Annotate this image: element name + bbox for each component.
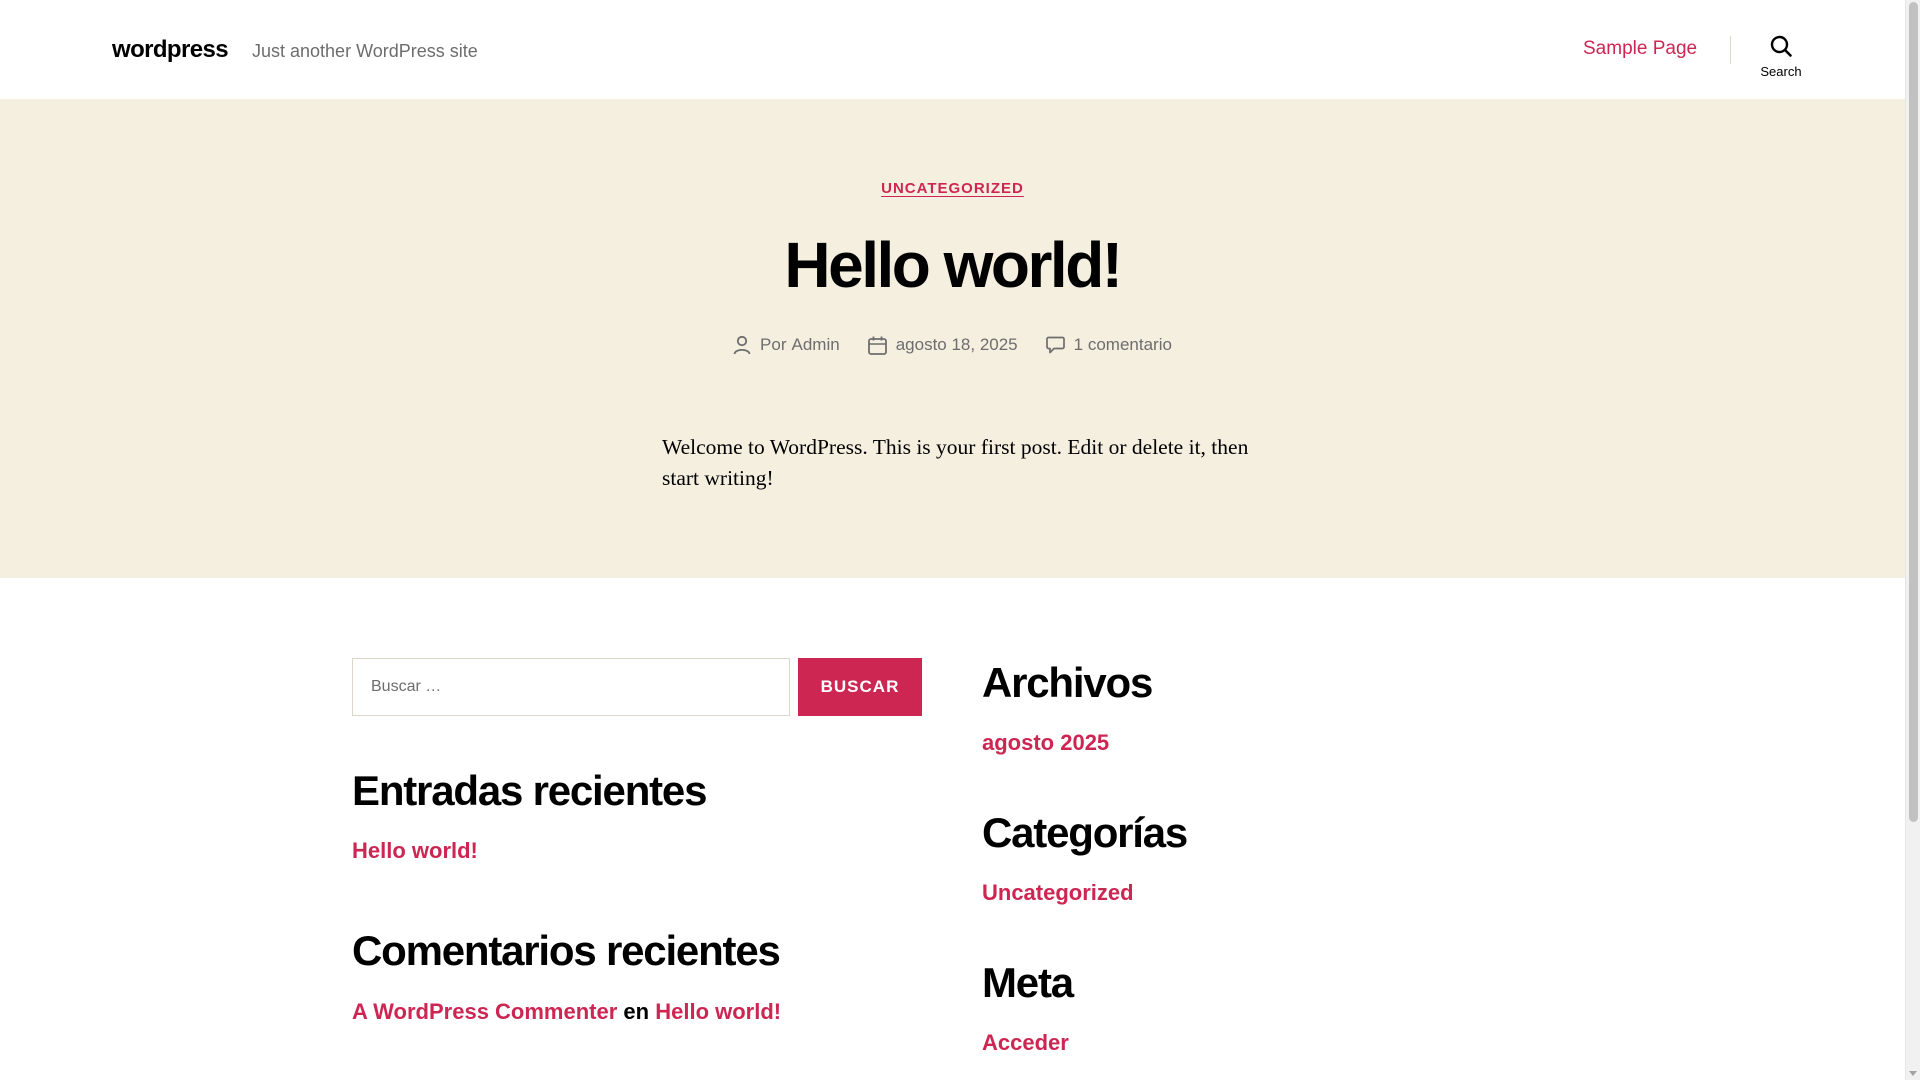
recent-comment-item: A WordPress Commenter en Hello world!: [352, 998, 924, 1026]
post-content: Welcome to WordPress. This is your first…: [662, 435, 1249, 490]
comment-connector: en: [623, 999, 650, 1024]
search-widget: Buscar … BUSCAR: [352, 658, 924, 716]
post-meta: Por Admin agosto 18, 2025 1 comentario: [0, 335, 1905, 355]
categories-list: Uncategorized: [982, 880, 1542, 906]
comment-author-link[interactable]: A WordPress Commenter: [352, 999, 617, 1024]
vertical-scrollbar[interactable]: [1905, 0, 1920, 1080]
comments-link[interactable]: 1 comentario: [1074, 335, 1172, 355]
widgets-right-column: Archivos agosto 2025 Categorías Uncatego…: [982, 658, 1542, 1056]
recent-comments-title: Comentarios recientes: [352, 927, 781, 974]
post-title: Hello world!: [784, 229, 1123, 301]
scrollbar-thumb[interactable]: [1909, 2, 1918, 822]
post-category: UNCATEGORIZED: [0, 180, 1905, 197]
post-date: agosto 18, 2025: [867, 335, 1018, 355]
meta-title: Meta: [982, 959, 1074, 1006]
search-toggle-label: Search: [1760, 64, 1802, 79]
categories-title: Categorías: [982, 809, 1188, 856]
comment-icon: [1045, 336, 1065, 354]
search-icon: [1770, 35, 1792, 57]
post-author: Por Admin: [733, 335, 840, 355]
recent-post-link[interactable]: Hello world!: [352, 838, 478, 863]
search-toggle-button[interactable]: Search: [1745, 30, 1817, 88]
archives-list: agosto 2025: [982, 730, 1542, 756]
comment-post-link[interactable]: Hello world!: [655, 999, 781, 1024]
author-link[interactable]: Admin: [792, 335, 840, 355]
recent-posts-title: Entradas recientes: [352, 767, 707, 814]
page: wordpress Just another WordPress site Sa…: [0, 0, 1905, 1080]
post-comments: 1 comentario: [1045, 335, 1172, 355]
archive-link[interactable]: agosto 2025: [982, 730, 1109, 755]
recent-posts-list: Hello world!: [352, 838, 924, 864]
person-icon: [733, 335, 751, 355]
archives-title: Archivos: [982, 659, 1153, 706]
header-divider: [1730, 36, 1731, 64]
search-input[interactable]: Buscar …: [352, 658, 790, 716]
author-prefix: Por: [760, 335, 787, 354]
category-item-link[interactable]: Uncategorized: [982, 880, 1134, 905]
meta-login-link[interactable]: Acceder: [982, 1030, 1069, 1055]
widgets-left-column: Buscar … BUSCAR Entradas recientes Hello…: [352, 658, 924, 1026]
site-title[interactable]: wordpress: [112, 36, 229, 64]
site-header: wordpress Just another WordPress site Sa…: [0, 0, 1905, 99]
category-link[interactable]: UNCATEGORIZED: [881, 180, 1024, 197]
nav-item-sample-page[interactable]: Sample Page: [1583, 38, 1697, 60]
meta-list: Acceder: [982, 1030, 1542, 1056]
calendar-icon: [867, 336, 887, 355]
scroll-down-arrow-icon[interactable]: [1909, 1071, 1917, 1076]
post-hero: UNCATEGORIZED Hello world! Por Admin ago…: [0, 99, 1905, 578]
date-link[interactable]: agosto 18, 2025: [896, 335, 1018, 355]
site-description: Just another WordPress site: [252, 41, 478, 61]
search-submit-button[interactable]: BUSCAR: [798, 658, 922, 716]
